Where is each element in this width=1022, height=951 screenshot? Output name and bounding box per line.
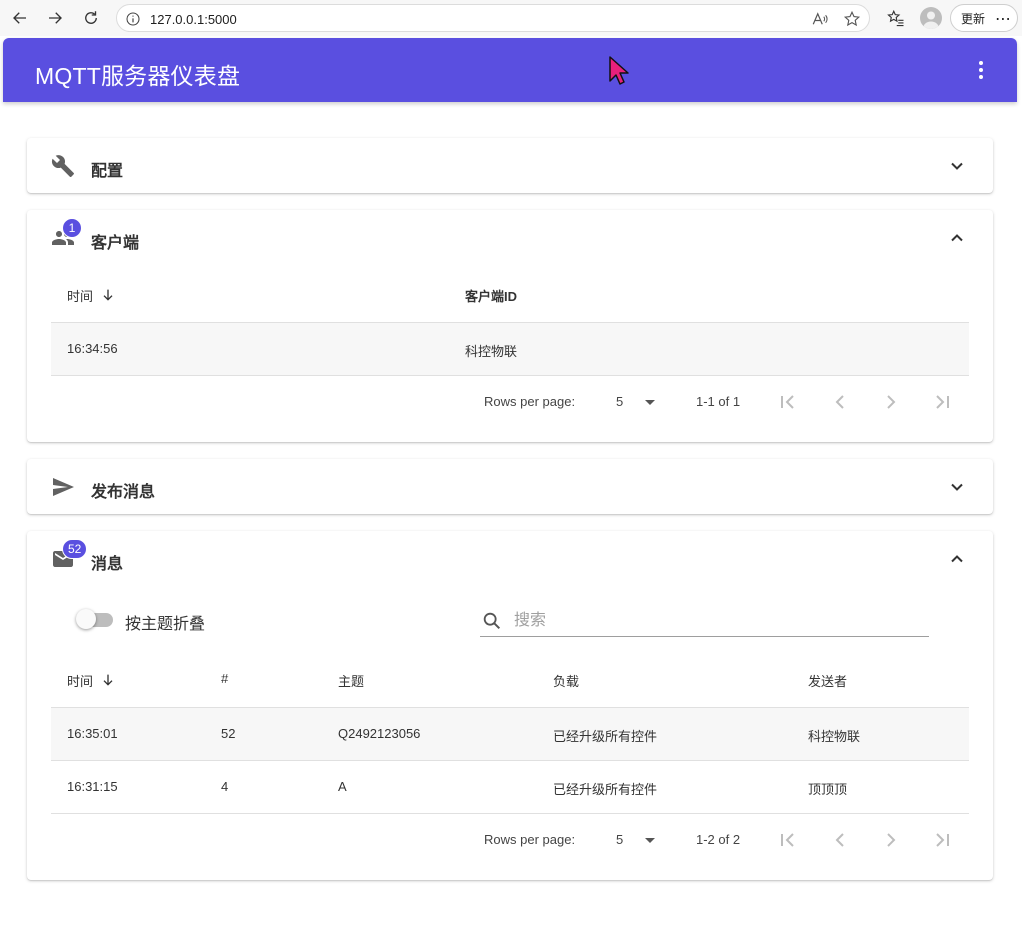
switch-thumb[interactable] (76, 609, 96, 629)
col-header-sender[interactable]: 发送者 (808, 671, 847, 690)
dropdown-arrow-icon[interactable] (638, 390, 662, 414)
rows-per-page-select[interactable]: 5 (616, 394, 623, 409)
pagination-range: 1-1 of 1 (696, 394, 741, 409)
cell-topic: A (338, 779, 347, 794)
publish-panel: 发布消息 (27, 459, 993, 514)
cell-number: 4 (221, 779, 229, 794)
mouse-cursor-icon (607, 55, 631, 87)
favorites-list-icon[interactable] (884, 6, 908, 30)
profile-avatar-icon[interactable] (920, 7, 942, 29)
chevron-up-icon[interactable] (945, 547, 969, 571)
cell-payload: 已经升级所有控件 (553, 782, 658, 797)
cell-number: 52 (221, 726, 236, 741)
col-header-time[interactable]: 时间 (67, 286, 93, 305)
config-title: 配置 (91, 163, 124, 180)
favorite-star-icon[interactable] (843, 10, 861, 28)
browser-update-button[interactable]: 更新 ⋯ (950, 4, 1018, 32)
clients-panel-header[interactable]: 1 客户端 (27, 210, 993, 266)
group-by-topic-label: 按主题折叠 (125, 616, 206, 633)
rows-per-page-label: Rows per page: (484, 832, 576, 847)
cell-sender: 科控物联 (808, 729, 861, 744)
arrow-down-icon[interactable] (100, 672, 116, 688)
read-aloud-icon[interactable] (811, 10, 829, 28)
last-page-icon[interactable] (930, 828, 954, 852)
cell-payload: 已经升级所有控件 (553, 729, 658, 744)
more-vert-icon[interactable] (969, 58, 993, 82)
messages-count-badge: 52 (62, 539, 88, 559)
browser-toolbar: 127.0.0.1:5000 更新 ⋯ (0, 0, 1022, 36)
cell-topic: Q2492123056 (338, 726, 421, 741)
chevron-down-icon[interactable] (945, 475, 969, 499)
search-field (480, 607, 929, 637)
col-header-topic[interactable]: 主题 (338, 671, 364, 690)
clients-title: 客户端 (91, 235, 140, 252)
next-page-icon[interactable] (879, 390, 903, 414)
messages-panel-header[interactable]: 52 消息 (27, 531, 993, 587)
next-page-icon[interactable] (879, 828, 903, 852)
cell-client-id: 科控物联 (465, 344, 518, 359)
cell-sender: 顶顶顶 (808, 782, 848, 797)
search-icon (480, 609, 504, 633)
send-icon (51, 475, 75, 499)
url-text: 127.0.0.1:5000 (150, 12, 237, 27)
messages-panel: 52 消息 按主题折叠 时间 # 主题 负载 发送者 16:35:01 52 Q… (27, 531, 993, 880)
wrench-icon (51, 154, 75, 178)
col-header-number[interactable]: # (221, 671, 228, 686)
rows-per-page-select[interactable]: 5 (616, 832, 623, 847)
more-dots-icon[interactable]: ⋯ (995, 9, 1012, 29)
pagination-range: 1-2 of 2 (696, 832, 741, 847)
address-bar[interactable]: 127.0.0.1:5000 (116, 4, 870, 32)
publish-panel-header[interactable]: 发布消息 (27, 459, 993, 515)
first-page-icon[interactable] (776, 390, 800, 414)
app-bar: MQTT服务器仪表盘 (3, 38, 1017, 102)
forward-arrow-icon[interactable] (43, 6, 67, 30)
update-label: 更新 (961, 11, 986, 26)
info-icon[interactable] (124, 10, 142, 28)
cell-time: 16:34:56 (67, 341, 118, 356)
config-panel-header[interactable]: 配置 (27, 138, 993, 194)
prev-page-icon[interactable] (828, 390, 852, 414)
cell-time: 16:31:15 (67, 779, 118, 794)
back-arrow-icon[interactable] (8, 6, 32, 30)
cell-time: 16:35:01 (67, 726, 118, 741)
col-header-payload[interactable]: 负载 (553, 671, 579, 690)
app-title: MQTT服务器仪表盘 (35, 63, 241, 89)
messages-title: 消息 (91, 556, 124, 573)
publish-title: 发布消息 (91, 484, 156, 501)
col-header-time[interactable]: 时间 (67, 671, 93, 690)
chevron-down-icon[interactable] (945, 154, 969, 178)
divider (51, 813, 969, 814)
rows-per-page-label: Rows per page: (484, 394, 576, 409)
dropdown-arrow-icon[interactable] (638, 828, 662, 852)
search-input[interactable] (512, 609, 922, 633)
first-page-icon[interactable] (776, 828, 800, 852)
chevron-up-icon[interactable] (945, 226, 969, 250)
arrow-down-icon[interactable] (100, 287, 116, 303)
last-page-icon[interactable] (930, 390, 954, 414)
clients-count-badge: 1 (62, 218, 82, 238)
refresh-icon[interactable] (79, 6, 103, 30)
clients-panel: 1 客户端 时间 客户端ID 16:34:56 科控物联 Rows per pa… (27, 210, 993, 442)
col-header-client-id[interactable]: 客户端ID (465, 286, 517, 305)
config-panel: 配置 (27, 138, 993, 193)
divider (51, 375, 969, 376)
prev-page-icon[interactable] (828, 828, 852, 852)
divider (51, 760, 969, 761)
